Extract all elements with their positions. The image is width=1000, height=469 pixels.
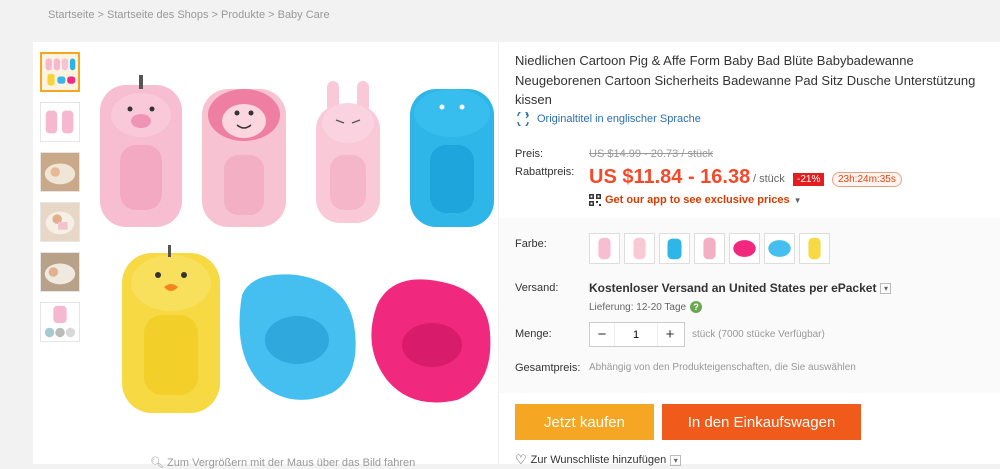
- original-price: US $14.99 - 20.73 / stück: [589, 148, 714, 160]
- thumbnail-2[interactable]: [40, 102, 80, 142]
- buy-now-button[interactable]: Jetzt kaufen: [515, 404, 654, 440]
- qr-code-icon: [589, 194, 601, 206]
- swatch-elephant[interactable]: [659, 233, 690, 264]
- price-unit: / stück: [753, 173, 785, 185]
- chevron-down-icon[interactable]: ▾: [880, 282, 892, 294]
- delivery-time: Lieferung: 12-20 Tage ?: [589, 301, 703, 313]
- quantity-input[interactable]: [614, 323, 658, 346]
- elephant-bath-pad: [410, 89, 494, 227]
- thumbnail-3[interactable]: [40, 152, 80, 192]
- swatch-duck[interactable]: [799, 233, 830, 264]
- breadcrumb[interactable]: Startseite > Startseite des Shops > Prod…: [48, 9, 330, 21]
- original-title-link[interactable]: Originaltitel in englischer Sprache: [515, 112, 701, 126]
- app-promo-text[interactable]: Get our app to see exclusive prices: [605, 194, 790, 206]
- quantity-increase-button[interactable]: +: [658, 323, 682, 346]
- swatch-pink-pad[interactable]: [729, 233, 760, 264]
- quantity-decrease-button[interactable]: −: [590, 323, 614, 346]
- app-promo-link[interactable]: Get our app to see exclusive prices ▼: [589, 194, 802, 206]
- thumbnail-list: [40, 52, 82, 352]
- thumbnail-4[interactable]: [40, 202, 80, 242]
- color-swatches: [589, 233, 830, 264]
- product-title: Niedlichen Cartoon Pig & Affe Form Baby …: [515, 53, 976, 107]
- discount-price-label: Rabattpreis:: [515, 166, 575, 178]
- shipping-text[interactable]: Kostenloser Versand an United States per…: [589, 281, 876, 295]
- wishlist-link[interactable]: ♡ Zur Wunschliste hinzufügen ▾: [515, 452, 682, 468]
- total-info: Abhängig von den Produkteigenschaften, d…: [589, 362, 856, 373]
- duck-bath-pad: [122, 245, 220, 413]
- search-icon: 🔍︎: [150, 457, 164, 469]
- delivery-text: Lieferung: 12-20 Tage: [589, 301, 687, 313]
- price-label: Preis:: [515, 148, 544, 160]
- translate-icon: [517, 112, 529, 126]
- swatch-pig[interactable]: [589, 233, 620, 264]
- pink-bath-pad: [371, 279, 491, 403]
- total-label: Gesamtpreis:: [515, 362, 581, 374]
- shipping-selector[interactable]: Kostenloser Versand an United States per…: [589, 281, 892, 295]
- swatch-monkey[interactable]: [694, 233, 725, 264]
- wishlist-text[interactable]: Zur Wunschliste hinzufügen: [531, 454, 667, 466]
- stock-info: stück (7000 stücke Verfügbar): [692, 329, 825, 340]
- thumbnail-6[interactable]: [40, 302, 80, 342]
- thumbnail-1[interactable]: [40, 52, 80, 92]
- countdown-timer: 23h:24m:35s: [832, 172, 902, 187]
- swatch-rabbit[interactable]: [624, 233, 655, 264]
- help-icon[interactable]: ?: [690, 301, 703, 313]
- quantity-label: Menge:: [515, 328, 552, 340]
- zoom-hint: 🔍︎ Zum Vergrößern mit der Maus über das …: [150, 456, 415, 469]
- original-title-text[interactable]: Originaltitel in englischer Sprache: [537, 113, 701, 125]
- current-price: US $11.84 - 16.38: [589, 166, 751, 188]
- thumbnail-5[interactable]: [40, 252, 80, 292]
- color-label: Farbe:: [515, 238, 547, 250]
- rabbit-bath-pad: [316, 81, 380, 223]
- quantity-stepper: − +: [589, 322, 685, 347]
- discount-badge: -21%: [793, 173, 825, 186]
- heart-icon: ♡: [515, 452, 527, 467]
- blue-bath-pad: [239, 274, 356, 400]
- monkey-bath-pad: [202, 89, 286, 227]
- product-main-image[interactable]: [92, 75, 497, 420]
- pig-bath-pad: [100, 75, 182, 227]
- add-to-cart-button[interactable]: In den Einkaufswagen: [662, 404, 861, 440]
- caret-down-icon: ▼: [793, 195, 802, 205]
- swatch-blue-pad[interactable]: [764, 233, 795, 264]
- zoom-hint-text: Zum Vergrößern mit der Maus über das Bil…: [167, 457, 416, 469]
- shipping-label: Versand:: [515, 282, 559, 294]
